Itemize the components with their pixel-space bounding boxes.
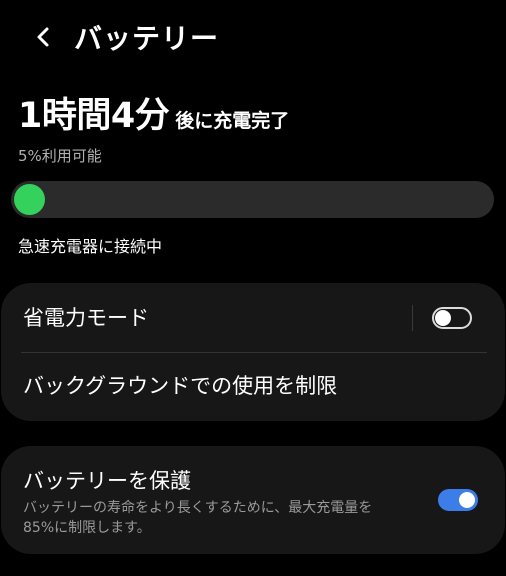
time-remaining: 1時間4分 [18, 96, 170, 136]
toggle-knob [459, 492, 475, 508]
app-header: バッテリー [0, 0, 506, 80]
settings-card-protect: バッテリーを保護 バッテリーの寿命をより長くするために、最大充電量を85%に制限… [1, 446, 505, 554]
battery-level-bar [11, 181, 494, 218]
power-saving-mode-toggle[interactable] [432, 307, 472, 329]
page-title: バッテリー [74, 22, 220, 55]
settings-card-power: 省電力モード バックグラウンドでの使用を制限 [1, 283, 505, 421]
charging-time: 1時間4分 後に充電完了 [18, 93, 289, 139]
power-saving-mode-label[interactable]: 省電力モード [23, 304, 149, 332]
vertical-divider [412, 305, 413, 331]
protect-battery-description: バッテリーの寿命をより長くするために、最大充電量を85%に制限します。 [23, 500, 373, 536]
battery-available-text: 5%利用可能 [18, 147, 102, 165]
protect-battery-toggle[interactable] [438, 489, 478, 511]
back-button[interactable] [26, 22, 60, 56]
toggle-knob [435, 310, 451, 326]
background-usage-limit-item[interactable]: バックグラウンドでの使用を制限 [23, 372, 337, 400]
protect-battery-label[interactable]: バッテリーを保護 [23, 467, 191, 495]
chevron-left-icon [34, 26, 52, 52]
battery-level-fill [14, 184, 45, 215]
time-remaining-suffix: 後に充電完了 [175, 110, 290, 132]
charger-status-text: 急速充電器に接続中 [18, 237, 163, 256]
horizontal-divider [21, 352, 487, 353]
